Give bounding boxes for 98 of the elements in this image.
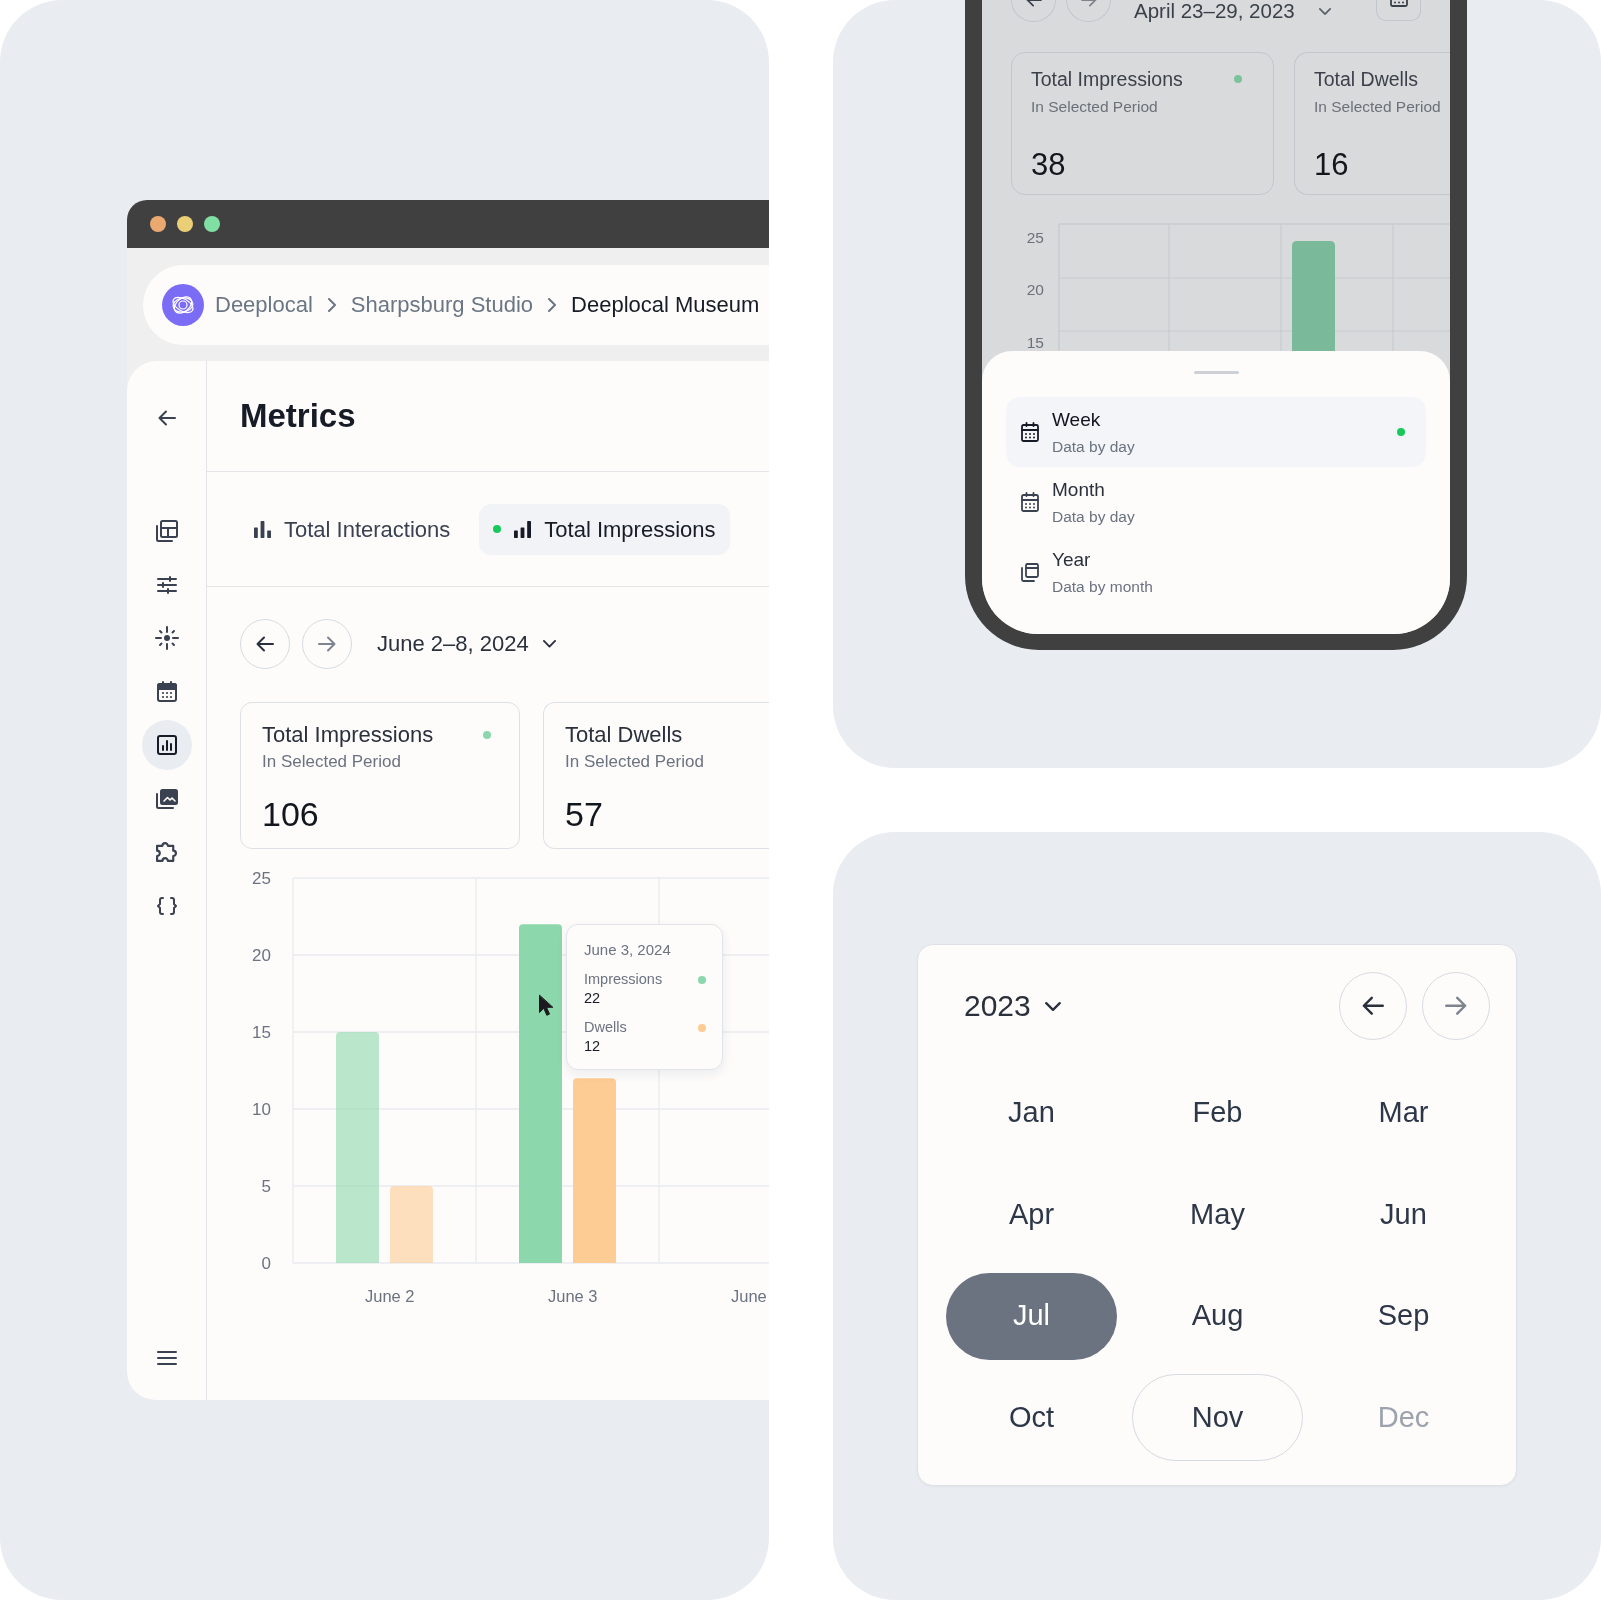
calendar-icon [156,681,177,702]
chart-icon [156,735,177,755]
stat-title: Total Dwells [1314,68,1419,90]
arrow-left-icon [1362,996,1384,1016]
month-button[interactable]: Mar [1318,1069,1489,1157]
y-axis-label: 0 [261,1254,271,1273]
bar-chart-icon [514,520,532,538]
year-dropdown[interactable]: 2023 [964,989,1061,1023]
month-button[interactable]: Oct [946,1374,1117,1461]
month-button[interactable]: May [1132,1171,1303,1258]
month-button[interactable]: Jun [1318,1171,1489,1258]
tab[interactable]: Total Interactions [240,503,465,555]
stat-title: Total Dwells [565,722,683,748]
stat-subtitle: In Selected Period [565,751,704,773]
y-axis-label: 5 [261,1177,271,1196]
status-dot-icon [1397,428,1405,436]
series-value: 22 [584,989,601,1009]
arrow-left-icon [1025,0,1042,7]
calendar-button[interactable] [1376,0,1421,21]
chevron-down-icon [1318,8,1331,15]
y-axis-label: 25 [1026,228,1044,246]
stat-subtitle: In Selected Period [1314,97,1441,117]
period-option[interactable]: Year Data by month [1006,537,1426,607]
breadcrumb-link[interactable]: Deeplocal [215,292,313,318]
sidebar-button[interactable] [141,720,192,770]
calendar-icon [1389,0,1408,7]
y-axis-label: 15 [252,1023,271,1042]
tooltip-title: June 3, 2024 [584,940,671,961]
breadcrumb-link[interactable]: Sharpsburg Studio [350,292,534,318]
arrow-right-icon [1445,996,1467,1016]
stat-value: 106 [262,794,319,834]
option-description: Data by day [1052,437,1135,457]
window-close-icon [150,216,166,232]
y-axis-label: 10 [252,1100,271,1119]
next-button[interactable] [302,619,352,669]
stat-subtitle: In Selected Period [1031,97,1158,117]
sparkle-icon [154,626,179,650]
images-icon [155,788,178,809]
drag-handle[interactable] [1193,371,1239,374]
chevron-right-icon [548,298,557,312]
arrow-left-icon [256,636,274,652]
x-axis-label: June [731,1287,767,1305]
option-title: Week [1052,409,1101,431]
window-zoom-icon [204,216,220,232]
y-axis-label: 20 [1026,281,1044,298]
tab[interactable]: Total Impressions [479,503,730,555]
status-dot-icon [493,525,502,533]
puzzle-icon [156,842,177,862]
arrow-right-icon [1080,0,1097,7]
option-description: Data by day [1052,507,1135,527]
chevron-right-icon [327,298,336,312]
logo-icon [162,284,204,326]
sliders-icon [156,575,177,594]
y-axis-label: 20 [252,946,271,965]
series-dot-icon [698,975,706,984]
stat-value: 38 [1031,147,1066,183]
month-button[interactable]: Aug [1132,1272,1303,1360]
month-button[interactable]: Apr [946,1171,1117,1258]
braces-icon [156,895,177,916]
chevron-down-icon [542,640,556,648]
previous-button[interactable] [240,619,290,669]
bar-chart-icon [254,520,271,538]
page-title: Metrics [240,396,356,436]
option-title: Year [1052,549,1091,571]
month-button[interactable]: Jan [946,1069,1117,1157]
series-value: 12 [584,1037,601,1057]
period-option[interactable]: Week Data by day [1006,397,1426,467]
month-button[interactable]: Feb [1132,1069,1303,1157]
y-axis-label: 15 [1026,333,1044,351]
month-button[interactable]: Jul [946,1272,1117,1360]
stat-title: Total Impressions [262,722,434,748]
calendar-icon [1021,422,1039,442]
series-name: Dwells [584,1018,627,1038]
stat-value: 57 [565,794,603,834]
x-axis-label: June 3 [548,1287,598,1305]
x-axis-label: June 2 [365,1287,415,1305]
stacked-pages-icon [1021,562,1039,582]
calendar-icon [1021,492,1039,512]
series-dot-icon [698,1023,706,1032]
period-option[interactable]: Month Data by day [1006,467,1426,537]
back-arrow-icon [157,410,176,426]
date-range-dropdown[interactable]: June 2–8, 2024 [377,631,556,657]
option-title: Month [1052,479,1105,501]
series-name: Impressions [584,970,663,990]
stat-title: Total Impressions [1031,68,1183,90]
chevron-down-icon [1044,1001,1061,1011]
cursor-icon [538,994,554,1018]
breadcrumb-link[interactable]: Deeplocal Museum [571,292,760,318]
menu-icon [156,1351,177,1365]
stat-value: 16 [1314,147,1349,183]
month-button[interactable]: Sep [1318,1272,1489,1360]
dashboard-icon [155,520,178,542]
y-axis-label: 25 [252,870,271,888]
window-minimize-icon [177,216,193,232]
arrow-right-icon [318,636,336,652]
stat-subtitle: In Selected Period [262,751,401,773]
option-description: Data by month [1052,577,1153,597]
date-range-text[interactable]: April 23–29, 2023 [1134,0,1295,22]
